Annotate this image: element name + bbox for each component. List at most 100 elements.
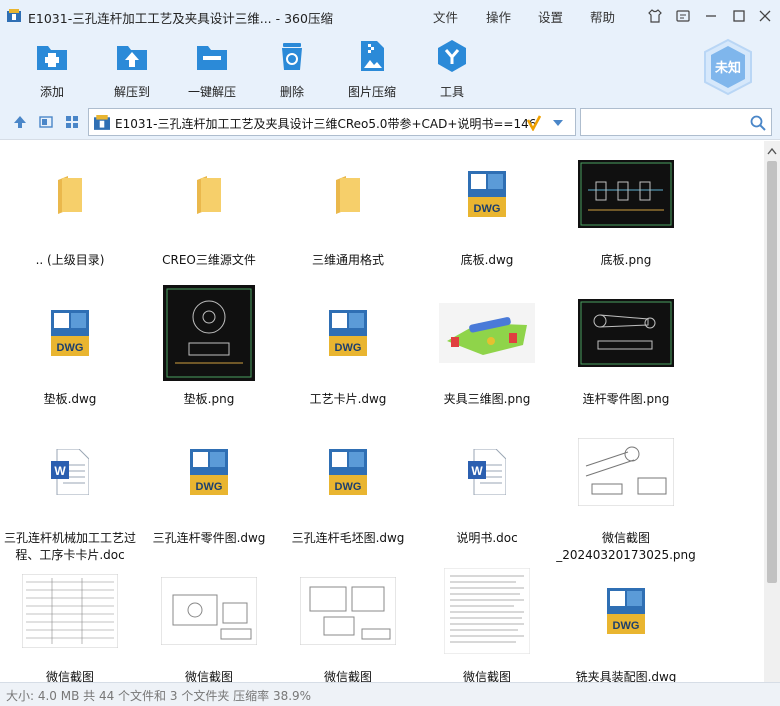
scroll-up-icon[interactable] (767, 147, 777, 155)
list-item[interactable]: DWG 三孔连杆毛坯图.dwg (278, 422, 418, 547)
vertical-scrollbar[interactable] (764, 141, 780, 682)
image-thumbnail-icon (444, 568, 530, 654)
image-thumbnail-icon (22, 574, 118, 648)
unknown-badge[interactable]: 未知 (702, 38, 754, 96)
image-thumbnail-icon (161, 577, 257, 645)
image-thumbnail-icon (163, 285, 255, 381)
minimize-icon[interactable] (702, 7, 720, 25)
file-name: 微信截图 (462, 670, 511, 682)
list-item[interactable]: DWG 垫板.dwg (0, 283, 140, 408)
top-region: E1031-三孔连杆加工工艺及夹具设计三维... - 360压缩 文件 操作 设… (0, 0, 780, 104)
one-click-extract-label: 一键解压 (187, 85, 236, 99)
dwg-file-icon: DWG (607, 588, 645, 634)
image-compress-button[interactable]: 图片压缩 (332, 38, 412, 99)
menu-file[interactable]: 文件 (433, 7, 458, 26)
one-click-extract-button[interactable]: 一键解压 (172, 38, 252, 99)
dwg-file-icon: DWG (468, 171, 506, 217)
list-item[interactable]: DWG 工艺卡片.dwg (278, 283, 418, 408)
list-item[interactable]: 微信截图 (417, 561, 557, 682)
detail-view-icon[interactable] (38, 114, 54, 130)
file-name: 底板.png (600, 253, 652, 267)
file-list: .. (上级目录) CREO三维源文件 三维通用格式 DWG 底板.dwg 底板… (0, 141, 764, 682)
file-name: 三孔连杆机械加工工艺过程、工序卡卡片.doc (3, 531, 136, 562)
file-name: 三孔连杆零件图.dwg (152, 531, 266, 545)
file-name: 垫板.dwg (43, 392, 97, 406)
scrollbar-thumb[interactable] (767, 161, 777, 583)
chat-icon[interactable] (674, 7, 692, 25)
image-thumbnail-icon (578, 160, 674, 228)
menu-settings[interactable]: 设置 (538, 7, 563, 26)
file-name: 说明书.doc (456, 531, 518, 545)
list-item[interactable]: 微信截图 (278, 561, 418, 682)
svg-text:DWG: DWG (335, 481, 362, 493)
window-title: E1031-三孔连杆加工工艺及夹具设计三维... - 360压缩 (28, 11, 333, 26)
list-item[interactable]: 三维通用格式 (278, 144, 418, 269)
list-item[interactable]: 微信截图 (139, 561, 279, 682)
tools-label: 工具 (439, 85, 464, 99)
list-item[interactable]: 夹具三维图.png (417, 283, 557, 408)
list-item[interactable]: W 三孔连杆机械加工工艺过程、工序卡卡片.doc (0, 422, 140, 564)
add-icon (37, 46, 67, 70)
path-text: E1031-三孔连杆加工工艺及夹具设计三维CReo5.0带参+CAD+说明书==… (115, 117, 537, 131)
list-item[interactable]: DWG 铣夹具装配图.dwg (556, 561, 696, 682)
extract-to-button[interactable]: 解压到 (92, 38, 172, 99)
up-level-icon[interactable] (12, 114, 28, 130)
list-item[interactable]: DWG 三孔连杆零件图.dwg (139, 422, 279, 547)
maximize-icon[interactable] (730, 7, 748, 25)
file-name: 微信截图 (184, 670, 233, 682)
list-item[interactable]: 底板.png (556, 144, 696, 269)
list-item[interactable]: 连杆零件图.png (556, 283, 696, 408)
word-doc-icon: W (51, 449, 89, 495)
folder-icon (56, 174, 84, 214)
svg-text:DWG: DWG (57, 342, 84, 354)
file-name: 垫板.png (183, 392, 235, 406)
image-thumbnail-icon (578, 299, 674, 367)
svg-text:DWG: DWG (613, 620, 640, 632)
menu-action[interactable]: 操作 (486, 7, 511, 26)
path-field[interactable]: E1031-三孔连杆加工工艺及夹具设计三维CReo5.0带参+CAD+说明书==… (88, 108, 576, 136)
search-input[interactable] (580, 108, 772, 136)
file-name: .. (上级目录) (35, 253, 105, 267)
status-bar: 大小: 4.0 MB 共 44 个文件和 3 个文件夹 压缩率 38.9% (0, 682, 780, 706)
delete-button[interactable]: 删除 (252, 38, 332, 99)
list-item[interactable]: 微信截图_20240320173025.png (556, 422, 696, 564)
file-name: 底板.dwg (460, 253, 514, 267)
close-icon[interactable] (756, 7, 774, 25)
file-name: 工艺卡片.dwg (309, 392, 387, 406)
extract-to-label: 解压到 (113, 85, 150, 99)
svg-text:DWG: DWG (335, 342, 362, 354)
word-doc-icon: W (468, 449, 506, 495)
svg-text:W: W (471, 464, 483, 478)
file-name: CREO三维源文件 (162, 253, 256, 267)
skin-icon[interactable] (646, 7, 664, 25)
search-icon[interactable] (750, 115, 766, 131)
app-logo-icon (7, 9, 21, 22)
list-item[interactable]: CREO三维源文件 (139, 144, 279, 269)
file-name: 微信截图 (323, 670, 372, 682)
menu-help[interactable]: 帮助 (590, 7, 615, 26)
title-bar: E1031-三孔连杆加工工艺及夹具设计三维... - 360压缩 文件 操作 设… (0, 0, 780, 32)
one-click-extract-icon (197, 46, 227, 70)
list-item[interactable]: 微信截图 (0, 561, 140, 682)
delete-icon (282, 43, 302, 70)
add-label: 添加 (39, 85, 64, 99)
list-item[interactable]: DWG 底板.dwg (417, 144, 557, 269)
list-item[interactable]: .. (上级目录) (0, 144, 140, 269)
tools-button[interactable]: 工具 (412, 38, 492, 99)
image-compress-label: 图片压缩 (347, 85, 396, 99)
thumbnail-view-icon[interactable] (64, 114, 80, 130)
dwg-file-icon: DWG (190, 449, 228, 495)
file-name: 铣夹具装配图.dwg (575, 670, 677, 682)
svg-text:DWG: DWG (196, 481, 223, 493)
status-text: 大小: 4.0 MB 共 44 个文件和 3 个文件夹 压缩率 38.9% (6, 689, 312, 703)
add-button[interactable]: 添加 (12, 38, 92, 99)
chevron-down-icon[interactable] (552, 118, 564, 128)
dwg-file-icon: DWG (51, 310, 89, 356)
address-bar-row: E1031-三孔连杆加工工艺及夹具设计三维CReo5.0带参+CAD+说明书==… (0, 104, 780, 140)
list-item[interactable]: W 说明书.doc (417, 422, 557, 547)
file-name: 微信截图_20240320173025.png (556, 531, 696, 562)
archive-icon (94, 115, 110, 130)
list-item[interactable]: 垫板.png (139, 283, 279, 408)
folder-icon (195, 174, 223, 214)
folder-icon (334, 174, 362, 214)
